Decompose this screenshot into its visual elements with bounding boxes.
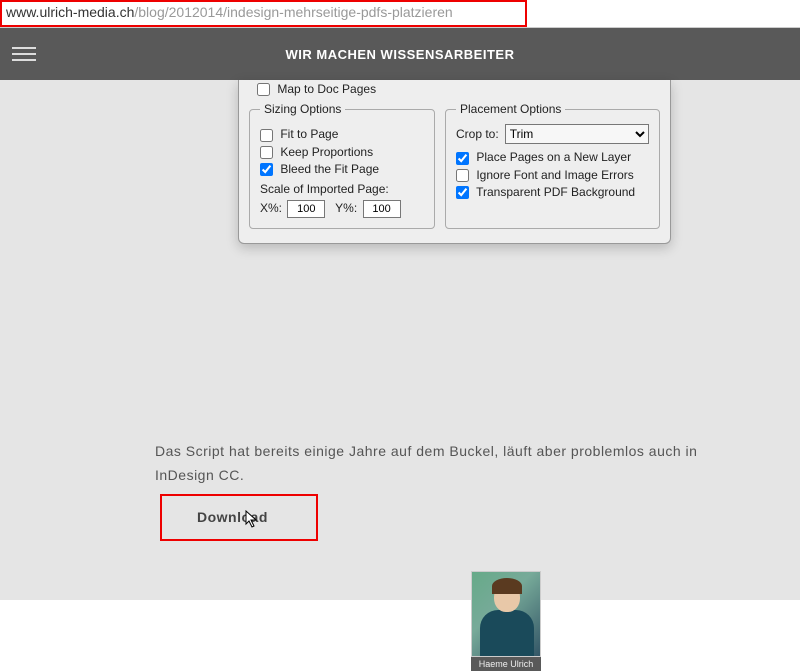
bleed-fit-checkbox[interactable]: Bleed the Fit Page [260,162,424,176]
sizing-options-group: Sizing Options Fit to Page Keep Proporti… [249,102,435,229]
new-layer-label: Place Pages on a New Layer [476,150,631,164]
transparent-bg-label: Transparent PDF Background [476,185,635,199]
new-layer-checkbox[interactable]: Place Pages on a New Layer [456,150,649,164]
indesign-dialog: Map to Doc Pages Sizing Options Fit to P… [238,80,671,244]
keep-proportions-checkbox[interactable]: Keep Proportions [260,145,424,159]
placement-legend: Placement Options [456,102,565,116]
bleed-fit-label: Bleed the Fit Page [280,162,379,176]
page-body: Map to Doc Pages Sizing Options Fit to P… [0,80,800,600]
y-percent-input[interactable] [363,200,401,218]
transparent-bg-input[interactable] [456,186,469,199]
y-percent-label: Y%: [335,201,357,215]
ignore-errors-label: Ignore Font and Image Errors [476,168,633,182]
url-path: /blog/2012014/indesign-mehrseitige-pdfs-… [134,4,452,20]
x-percent-label: X%: [260,201,282,215]
fit-to-page-label: Fit to Page [280,127,338,141]
fit-to-page-input[interactable] [260,129,273,142]
fit-to-page-checkbox[interactable]: Fit to Page [260,127,424,141]
keep-proportions-label: Keep Proportions [280,145,373,159]
map-to-doc-input[interactable] [257,83,270,96]
bleed-fit-input[interactable] [260,163,273,176]
scale-label: Scale of Imported Page: [260,182,424,196]
address-bar[interactable]: www.ulrich-media.ch/blog/2012014/indesig… [0,0,800,28]
download-link[interactable]: Download [197,509,268,525]
ignore-errors-input[interactable] [456,169,469,182]
map-to-doc-checkbox[interactable]: Map to Doc Pages [257,82,376,96]
author-name: Haeme Ulrich [471,657,541,671]
sizing-legend: Sizing Options [260,102,345,116]
url-host: www.ulrich-media.ch [6,4,134,20]
keep-proportions-input[interactable] [260,146,273,159]
x-percent-input[interactable] [287,200,325,218]
crop-to-select[interactable]: Trim [505,124,649,144]
crop-to-label: Crop to: [456,127,499,141]
article-paragraph: Das Script hat bereits einige Jahre auf … [155,440,725,488]
new-layer-input[interactable] [456,152,469,165]
site-tagline: WIR MACHEN WISSENSARBEITER [0,47,800,62]
placement-options-group: Placement Options Crop to: Trim Place Pa… [445,102,660,229]
hamburger-icon[interactable] [12,42,36,66]
transparent-bg-checkbox[interactable]: Transparent PDF Background [456,185,649,199]
top-nav: WIR MACHEN WISSENSARBEITER [0,28,800,80]
map-to-doc-label: Map to Doc Pages [277,82,376,96]
author-card[interactable]: Haeme Ulrich [471,571,541,671]
ignore-errors-checkbox[interactable]: Ignore Font and Image Errors [456,168,649,182]
author-photo [471,571,541,657]
